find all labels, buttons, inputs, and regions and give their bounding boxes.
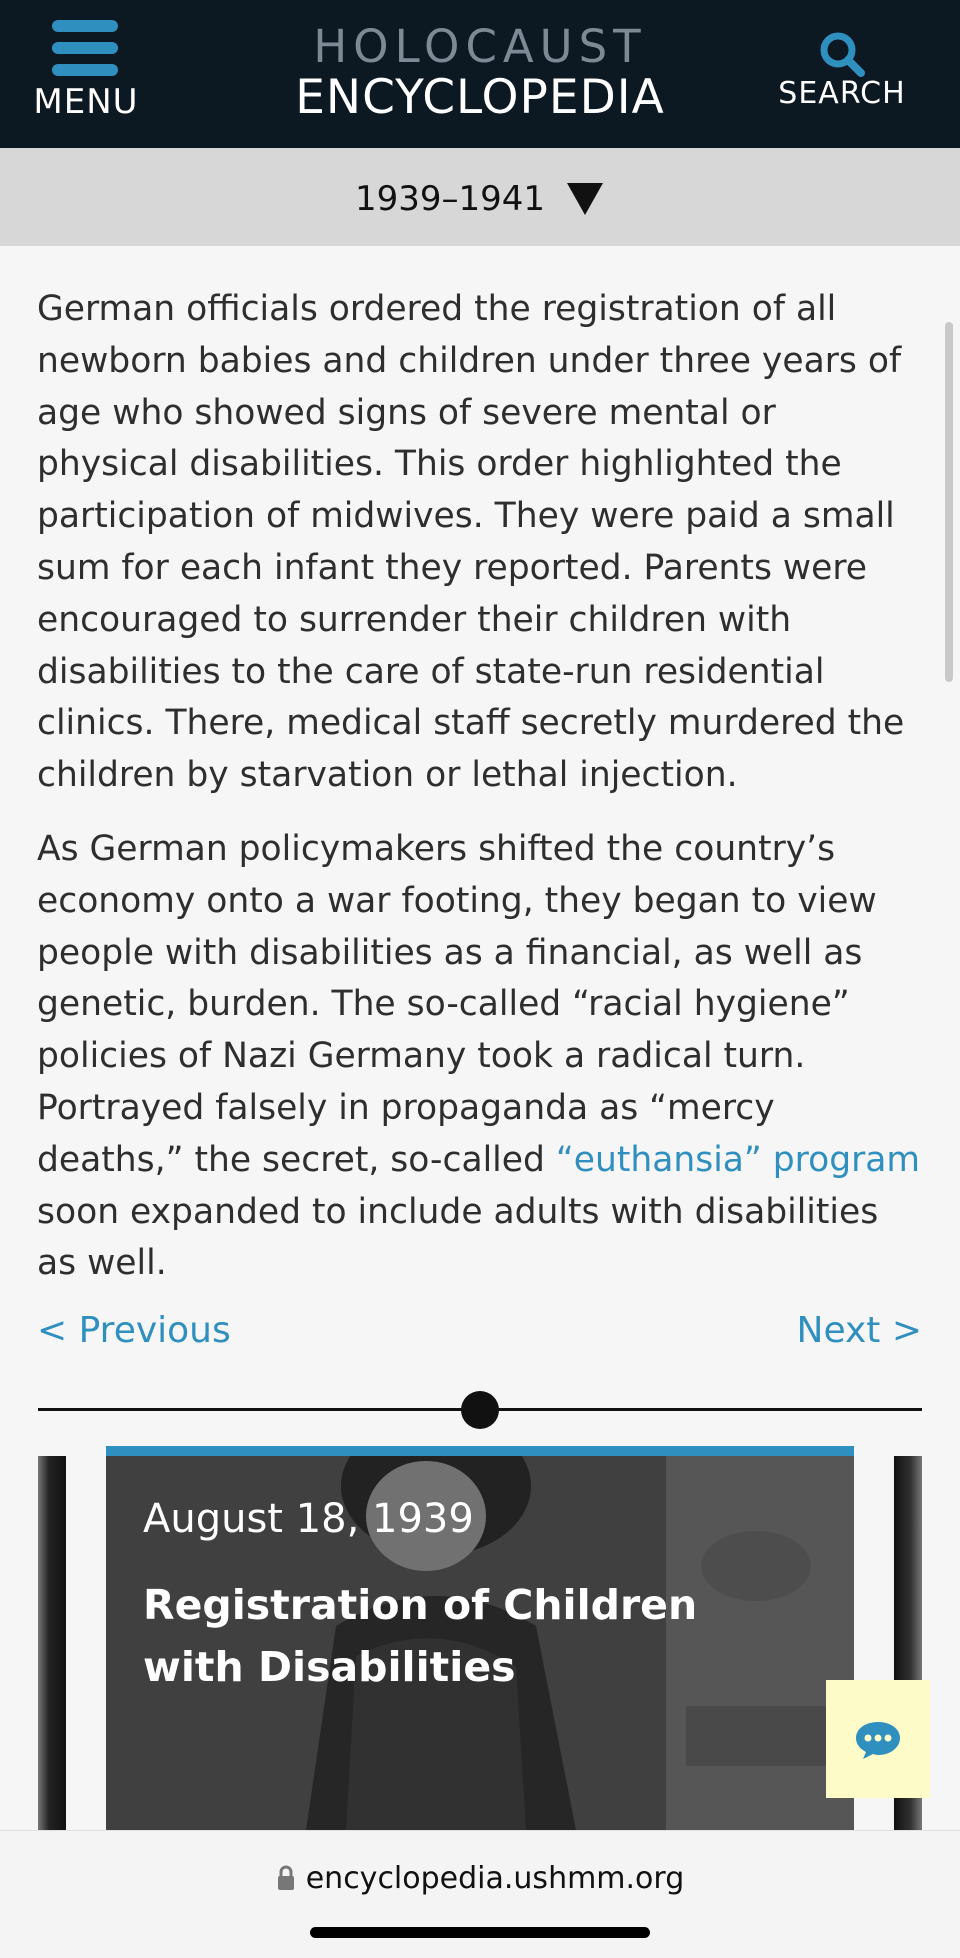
home-indicator[interactable]	[310, 1927, 650, 1938]
article-paragraph-1: German officials ordered the registratio…	[37, 289, 905, 796]
menu-icon	[52, 20, 118, 76]
event-card[interactable]: August 18, 1939 Registration of Children…	[106, 1446, 854, 1830]
browser-url-bar: encyclopedia.ushmm.org	[0, 1830, 960, 1958]
chat-bubble-icon	[856, 1722, 900, 1759]
event-card-accent	[106, 1446, 854, 1456]
menu-label: MENU	[33, 82, 139, 122]
search-icon	[820, 32, 865, 77]
event-title: Registration of Children with Disabiliti…	[143, 1581, 698, 1691]
era-selector-bar: 1939–1941	[0, 148, 960, 246]
site-logo[interactable]: HOLOCAUST ENCYCLOPEDIA	[270, 22, 690, 124]
site-header: MENU HOLOCAUST ENCYCLOPEDIA SEARCH	[0, 0, 960, 148]
search-label: SEARCH	[778, 76, 906, 111]
paragraph-text: As German policymakers shifted the count…	[37, 828, 877, 1180]
timeline-marker[interactable]	[461, 1391, 499, 1429]
logo-top-text: HOLOCAUST	[313, 20, 647, 73]
article-paragraph-2: As German policymakers shifted the count…	[37, 824, 927, 1290]
era-dropdown-label: 1939–1941	[355, 179, 546, 219]
logo-bottom-text: ENCYCLOPEDIA	[295, 70, 665, 125]
scrollbar[interactable]	[945, 322, 953, 682]
menu-button[interactable]: MENU	[30, 18, 142, 128]
caret-down-icon	[567, 183, 604, 215]
lock-icon	[277, 1865, 294, 1890]
era-dropdown[interactable]: 1939–1941	[355, 174, 604, 224]
next-link[interactable]: Next >	[797, 1310, 922, 1351]
previous-link[interactable]: < Previous	[37, 1310, 231, 1351]
search-button[interactable]: SEARCH	[768, 22, 916, 122]
euthanasia-program-link[interactable]: “euthansia” program	[556, 1140, 920, 1180]
url-text: encyclopedia.ushmm.org	[305, 1861, 685, 1896]
article-body: German officials ordered the registratio…	[37, 284, 927, 1312]
paragraph-text: soon expanded to include adults with dis…	[37, 1191, 879, 1284]
address-field[interactable]: encyclopedia.ushmm.org	[0, 1861, 960, 1896]
chat-button[interactable]	[826, 1680, 930, 1798]
event-date: August 18, 1939	[143, 1496, 474, 1542]
previous-event-card[interactable]	[38, 1456, 66, 1830]
